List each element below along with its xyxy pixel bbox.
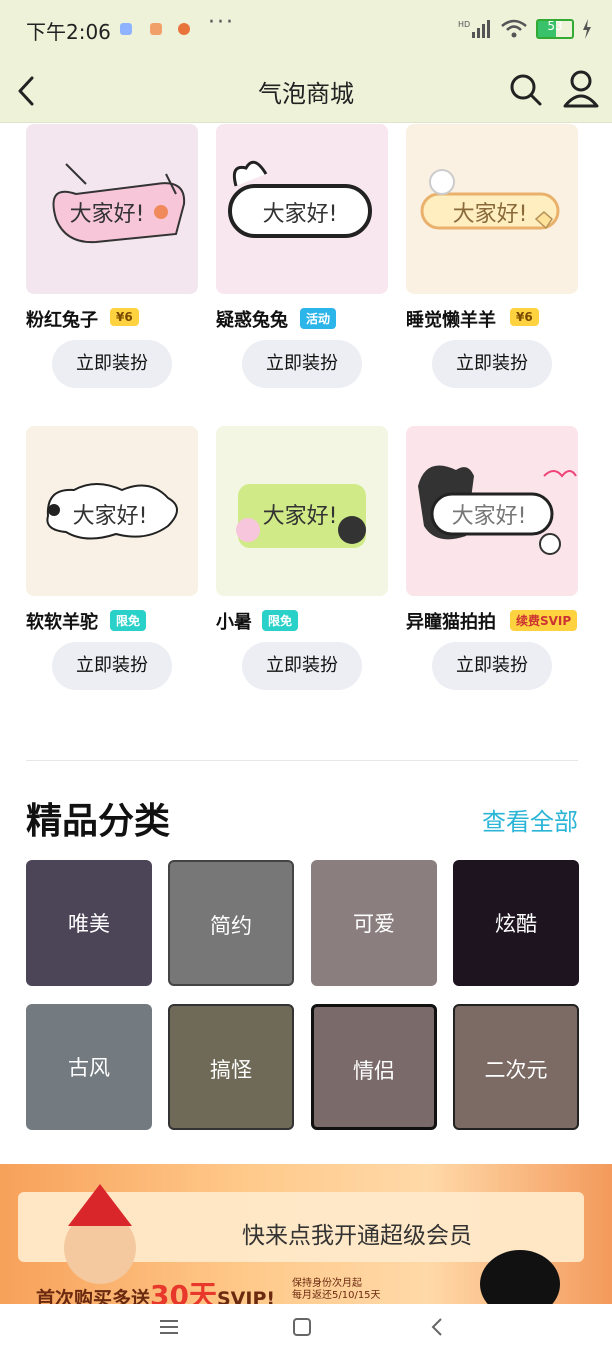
category-tile-cute[interactable]: 可爱 [311, 860, 437, 986]
user-profile-icon[interactable] [562, 68, 600, 110]
category-label: 二次元 [484, 1058, 548, 1082]
wifi-icon [501, 19, 527, 38]
promo-text: 首次购买多送30天SVIP! [36, 1274, 275, 1304]
promo-note-line2: 每月返还5/10/15天 [292, 1290, 381, 1301]
battery-percent: 53 [547, 19, 563, 33]
signal-icon: HD [458, 20, 490, 38]
promo-highlight: 30天 [150, 1279, 217, 1304]
dress-up-button[interactable]: 立即装扮 [432, 340, 552, 388]
bubble-sample-text: 大家好! [262, 202, 338, 227]
bubble-sample-text: 大家好! [452, 202, 528, 227]
category-label: 情侣 [353, 1059, 395, 1083]
penguin-mascot-icon [480, 1250, 560, 1304]
bubble-sample-text: 大家好! [69, 202, 145, 227]
product-card-soft-alpaca[interactable]: 大家好! [26, 426, 198, 596]
battery-icon: 53 [536, 19, 574, 39]
promo-note-line1: 保持身份次月起 [292, 1278, 362, 1289]
category-tile-ancient-style[interactable]: 古风 [26, 1004, 152, 1130]
menu-icon[interactable] [158, 1318, 180, 1336]
promo-note: 保持身份次月起 每月返还5/10/15天 [292, 1278, 381, 1302]
free-badge: 限免 [262, 610, 299, 631]
bubble-sample-text: 大家好! [72, 504, 148, 529]
product-name: 软软羊驼 [26, 612, 98, 633]
price-badge: ¥6 [110, 308, 139, 326]
category-tile-funny[interactable]: 搞怪 [168, 1004, 294, 1130]
bubble-sample-text: 大家好! [451, 504, 527, 529]
category-tile-cool[interactable]: 炫酷 [453, 860, 579, 986]
back-nav-icon[interactable] [428, 1316, 446, 1338]
category-tile-anime[interactable]: 二次元 [453, 1004, 579, 1130]
product-name: 睡觉懒羊羊 [406, 310, 496, 331]
product-name: 粉红兔子 [26, 310, 98, 331]
dress-up-button[interactable]: 立即装扮 [242, 642, 362, 690]
search-icon[interactable] [508, 70, 544, 110]
category-tile-beautiful[interactable]: 唯美 [26, 860, 152, 986]
notification-icon [150, 23, 162, 35]
product-card-odd-eyed-cat[interactable]: 大家好! [406, 426, 578, 596]
section-title: 精品分类 [26, 801, 171, 842]
category-label: 可爱 [353, 912, 395, 936]
category-label: 炫酷 [495, 912, 537, 936]
home-icon[interactable] [292, 1317, 312, 1337]
section-divider [26, 760, 578, 761]
dress-up-button[interactable]: 立即装扮 [242, 340, 362, 388]
status-bar: 下午2:06 ··· HD 53 [0, 0, 612, 60]
notification-icon [120, 23, 132, 35]
dress-up-button[interactable]: 立即装扮 [52, 642, 172, 690]
dress-up-button[interactable]: 立即装扮 [52, 340, 172, 388]
product-name: 小暑 [216, 612, 252, 633]
category-tile-simple[interactable]: 简约 [168, 860, 294, 986]
notification-icon [178, 23, 190, 35]
status-time: 下午2:06 [26, 20, 111, 44]
promo-suffix: SVIP! [216, 1288, 276, 1304]
product-name: 异瞳猫拍拍 [406, 612, 496, 633]
top-header: 气泡商城 [0, 60, 612, 123]
charging-icon [583, 19, 591, 39]
price-badge: ¥6 [510, 308, 539, 326]
svip-badge: 续费SVIP [510, 610, 578, 631]
category-label: 搞怪 [210, 1058, 252, 1082]
category-label: 古风 [68, 1056, 110, 1080]
product-card-xiaoshu[interactable]: 大家好! [216, 426, 388, 596]
dress-up-button[interactable]: 立即装扮 [432, 642, 552, 690]
bubble-sample-text: 大家好! [262, 504, 338, 529]
promo-prefix: 首次购买多送 [36, 1288, 151, 1304]
category-label: 唯美 [68, 912, 110, 936]
category-label: 简约 [210, 914, 252, 938]
event-badge: 活动 [300, 308, 337, 329]
product-card-pink-rabbit[interactable]: 大家好! [26, 124, 198, 294]
system-nav-bar [0, 1304, 612, 1350]
product-card-confused-bunny[interactable]: 大家好! [216, 124, 388, 294]
svip-promo-banner[interactable]: 快来点我开通超级会员 首次购买多送30天SVIP! 保持身份次月起 每月返还5/… [0, 1164, 612, 1304]
svip-cta-text: 快来点我开通超级会员 [242, 1223, 472, 1249]
free-badge: 限免 [110, 610, 147, 631]
category-tile-couple[interactable]: 情侣 [311, 1004, 437, 1130]
product-card-sleepy-sheep[interactable]: 大家好! [406, 124, 578, 294]
more-notifications-icon: ··· [208, 10, 235, 35]
product-name: 疑惑兔兔 [216, 310, 288, 331]
view-all-link[interactable]: 查看全部 [482, 802, 578, 837]
network-type-label: HD [458, 20, 470, 29]
